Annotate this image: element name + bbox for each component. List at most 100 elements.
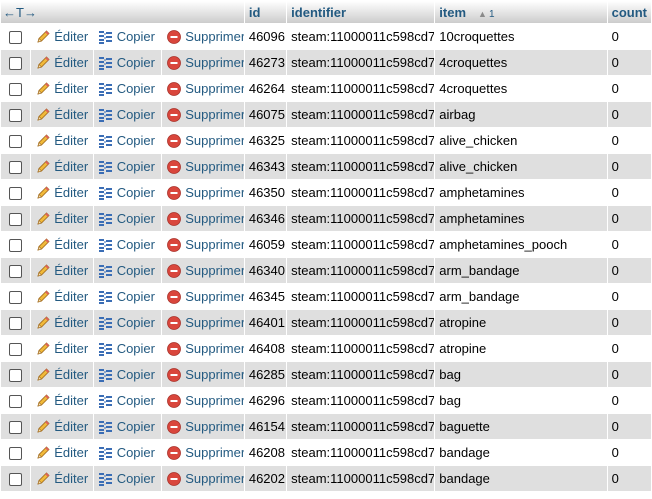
row-checkbox[interactable] bbox=[9, 369, 23, 383]
delete-link[interactable]: Supprimer bbox=[166, 106, 244, 123]
row-checkbox[interactable] bbox=[9, 135, 23, 149]
row-checkbox[interactable] bbox=[9, 239, 23, 253]
delete-link[interactable]: Supprimer bbox=[166, 132, 244, 149]
edit-link[interactable]: Éditer bbox=[35, 210, 88, 227]
table-row[interactable]: Éditer Copier Supprimer 46202 steam:11000011… bbox=[1, 466, 651, 491]
copy-link[interactable]: Copier bbox=[98, 392, 155, 409]
edit-link[interactable]: Éditer bbox=[35, 158, 88, 175]
row-checkbox[interactable] bbox=[9, 109, 23, 123]
copy-link[interactable]: Copier bbox=[98, 132, 155, 149]
edit-link[interactable]: Éditer bbox=[35, 184, 88, 201]
table-row[interactable]: Éditer Copier Supprimer 46075 steam:11000011… bbox=[1, 102, 651, 127]
copy-link[interactable]: Copier bbox=[98, 262, 155, 279]
copy-link[interactable]: Copier bbox=[98, 236, 155, 253]
edit-link[interactable]: Éditer bbox=[35, 236, 88, 253]
delete-link[interactable]: Supprimer bbox=[166, 470, 244, 487]
delete-link[interactable]: Supprimer bbox=[166, 262, 244, 279]
column-header-identifier[interactable]: identifier bbox=[287, 1, 435, 23]
table-row[interactable]: Éditer Copier Supprimer 46273 steam:11000011… bbox=[1, 50, 651, 75]
delete-link[interactable]: Supprimer bbox=[166, 444, 244, 461]
edit-link[interactable]: Éditer bbox=[35, 80, 88, 97]
row-checkbox[interactable] bbox=[9, 447, 23, 461]
edit-link[interactable]: Éditer bbox=[35, 132, 88, 149]
copy-link[interactable]: Copier bbox=[98, 340, 155, 357]
edit-link[interactable]: Éditer bbox=[35, 340, 88, 357]
delete-link[interactable]: Supprimer bbox=[166, 392, 244, 409]
row-checkbox[interactable] bbox=[9, 291, 23, 305]
column-header-item[interactable]: item ▲ 1 bbox=[435, 1, 607, 23]
table-row[interactable]: Éditer Copier Supprimer 46285 steam:11000011… bbox=[1, 362, 651, 387]
table-row[interactable]: Éditer Copier Supprimer 46264 steam:11000011… bbox=[1, 76, 651, 101]
row-checkbox[interactable] bbox=[9, 265, 23, 279]
copy-link[interactable]: Copier bbox=[98, 80, 155, 97]
copy-link[interactable]: Copier bbox=[98, 470, 155, 487]
edit-link[interactable]: Éditer bbox=[35, 314, 88, 331]
copy-link[interactable]: Copier bbox=[98, 418, 155, 435]
copy-link[interactable]: Copier bbox=[98, 314, 155, 331]
copy-link[interactable]: Copier bbox=[98, 158, 155, 175]
table-row[interactable]: Éditer Copier Supprimer 46340 steam:11000011… bbox=[1, 258, 651, 283]
edit-link[interactable]: Éditer bbox=[35, 288, 88, 305]
copy-link[interactable]: Copier bbox=[98, 106, 155, 123]
cell-id: 46346 bbox=[244, 206, 287, 231]
delete-link[interactable]: Supprimer bbox=[166, 236, 244, 253]
copy-link[interactable]: Copier bbox=[98, 210, 155, 227]
delete-link[interactable]: Supprimer bbox=[166, 28, 244, 45]
row-checkbox[interactable] bbox=[9, 473, 23, 487]
copy-link[interactable]: Copier bbox=[98, 444, 155, 461]
edit-link[interactable]: Éditer bbox=[35, 262, 88, 279]
table-row[interactable]: Éditer Copier Supprimer 46345 steam:11000011… bbox=[1, 284, 651, 309]
delete-link[interactable]: Supprimer bbox=[166, 314, 244, 331]
row-checkbox[interactable] bbox=[9, 161, 23, 175]
table-row[interactable]: Éditer Copier Supprimer 46059 steam:11000011… bbox=[1, 232, 651, 257]
delete-link[interactable]: Supprimer bbox=[166, 366, 244, 383]
edit-link[interactable]: Éditer bbox=[35, 470, 88, 487]
copy-link[interactable]: Copier bbox=[98, 28, 155, 45]
copy-link[interactable]: Copier bbox=[98, 184, 155, 201]
delete-label: Supprimer bbox=[185, 341, 244, 356]
delete-link[interactable]: Supprimer bbox=[166, 158, 244, 175]
table-row[interactable]: Éditer Copier Supprimer 46401 steam:11000011… bbox=[1, 310, 651, 335]
table-row[interactable]: Éditer Copier Supprimer 46346 steam:11000011… bbox=[1, 206, 651, 231]
delete-link[interactable]: Supprimer bbox=[166, 54, 244, 71]
table-row[interactable]: Éditer Copier Supprimer 46350 steam:11000011… bbox=[1, 180, 651, 205]
row-checkbox[interactable] bbox=[9, 317, 23, 331]
edit-link[interactable]: Éditer bbox=[35, 54, 88, 71]
row-checkbox[interactable] bbox=[9, 395, 23, 409]
edit-link[interactable]: Éditer bbox=[35, 366, 88, 383]
table-row[interactable]: Éditer Copier Supprimer 46343 steam:11000011… bbox=[1, 154, 651, 179]
delete-link[interactable]: Supprimer bbox=[166, 418, 244, 435]
edit-link[interactable]: Éditer bbox=[35, 418, 88, 435]
edit-link[interactable]: Éditer bbox=[35, 444, 88, 461]
delete-link[interactable]: Supprimer bbox=[166, 340, 244, 357]
table-row[interactable]: Éditer Copier Supprimer 46296 steam:11000011… bbox=[1, 388, 651, 413]
edit-link[interactable]: Éditer bbox=[35, 106, 88, 123]
copy-link[interactable]: Copier bbox=[98, 288, 155, 305]
copy-cell: Copier bbox=[93, 466, 162, 491]
column-header-count[interactable]: count bbox=[607, 1, 651, 23]
table-row[interactable]: Éditer Copier Supprimer 46408 steam:11000011… bbox=[1, 336, 651, 361]
column-resize-arrows[interactable]: ←T→ bbox=[1, 1, 244, 23]
row-checkbox[interactable] bbox=[9, 57, 23, 71]
row-checkbox[interactable] bbox=[9, 187, 23, 201]
copy-link[interactable]: Copier bbox=[98, 366, 155, 383]
edit-link[interactable]: Éditer bbox=[35, 28, 88, 45]
row-checkbox[interactable] bbox=[9, 343, 23, 357]
table-row[interactable]: Éditer Copier Supprimer 46325 steam:11000011… bbox=[1, 128, 651, 153]
row-checkbox[interactable] bbox=[9, 421, 23, 435]
table-row[interactable]: Éditer Copier Supprimer 46154 steam:11000011… bbox=[1, 414, 651, 439]
delete-link[interactable]: Supprimer bbox=[166, 288, 244, 305]
row-checkbox[interactable] bbox=[9, 31, 23, 45]
table-row[interactable]: Éditer Copier Supprimer 46096 steam:11000011… bbox=[1, 24, 651, 49]
edit-link[interactable]: Éditer bbox=[35, 392, 88, 409]
edit-cell: Éditer bbox=[31, 76, 93, 101]
delete-link[interactable]: Supprimer bbox=[166, 184, 244, 201]
row-checkbox[interactable] bbox=[9, 213, 23, 227]
delete-link[interactable]: Supprimer bbox=[166, 80, 244, 97]
row-checkbox[interactable] bbox=[9, 83, 23, 97]
column-header-id[interactable]: id bbox=[244, 1, 287, 23]
table-row[interactable]: Éditer Copier Supprimer 46208 steam:11000011… bbox=[1, 440, 651, 465]
copy-cell: Copier bbox=[93, 284, 162, 309]
copy-link[interactable]: Copier bbox=[98, 54, 155, 71]
delete-link[interactable]: Supprimer bbox=[166, 210, 244, 227]
